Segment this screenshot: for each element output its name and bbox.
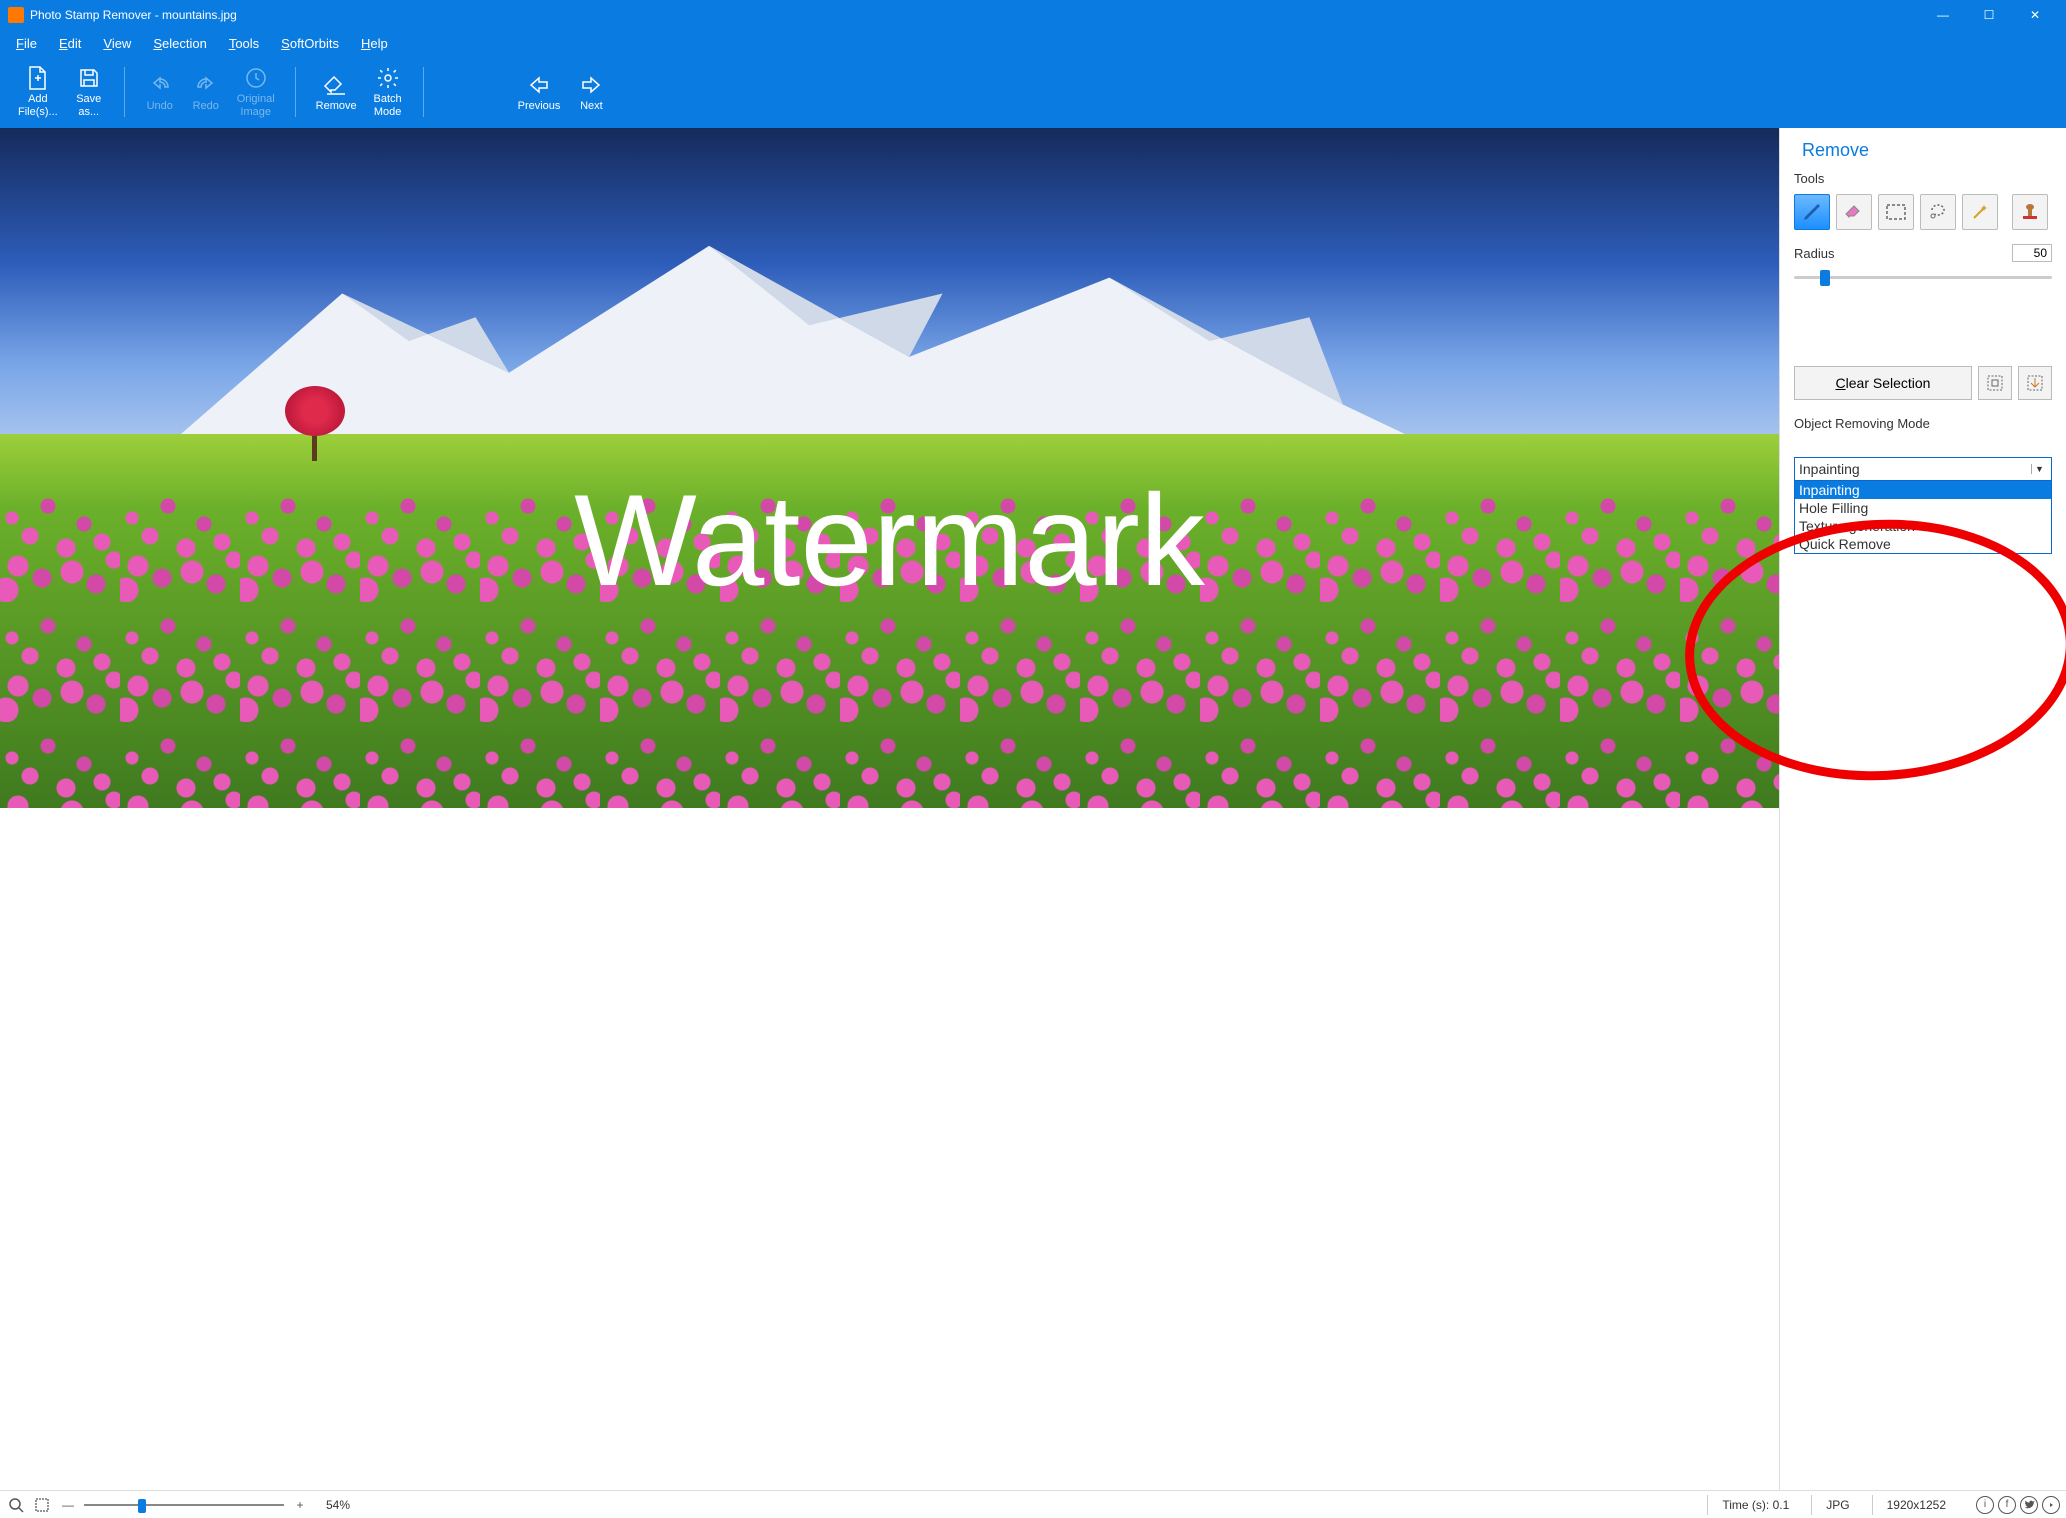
save-selection-button[interactable] [1978, 366, 2012, 400]
status-time: Time (s): 0.1 [1707, 1495, 1803, 1515]
menu-view[interactable]: View [93, 34, 141, 53]
object-removing-mode-select[interactable]: Inpainting ▼ [1794, 457, 2052, 481]
zoom-in-button[interactable]: + [290, 1495, 310, 1515]
batch-mode-button[interactable]: Batch Mode [367, 61, 409, 122]
fit-screen-button[interactable] [32, 1495, 52, 1515]
redo-button: Redo [185, 68, 227, 117]
right-panel: Remove Tools [1779, 128, 2066, 1490]
load-selection-button[interactable] [2018, 366, 2052, 400]
info-icon[interactable]: i [1976, 1496, 1994, 1514]
menu-edit[interactable]: Edit [49, 34, 91, 53]
minimize-button[interactable]: — [1920, 0, 1966, 30]
arrow-left-icon [526, 72, 552, 98]
fit-screen-icon [34, 1497, 50, 1513]
zoom-percent: 54% [326, 1498, 350, 1512]
radius-input[interactable] [2012, 244, 2052, 262]
radius-label: Radius [1794, 246, 1834, 261]
maximize-button[interactable]: ☐ [1966, 0, 2012, 30]
zoom-slider[interactable] [84, 1496, 284, 1514]
tools-label: Tools [1794, 171, 2052, 186]
option-inpainting[interactable]: Inpainting [1795, 481, 2051, 499]
titlebar: Photo Stamp Remover - mountains.jpg — ☐ … [0, 0, 2066, 30]
zoom-reset-button[interactable] [6, 1495, 26, 1515]
tool-magic-wand[interactable] [1962, 194, 1998, 230]
marker-icon [1801, 201, 1823, 223]
undo-icon [147, 72, 173, 98]
canvas-area[interactable]: Watermark [0, 128, 1779, 1490]
menu-help[interactable]: Help [351, 34, 398, 53]
close-button[interactable]: ✕ [2012, 0, 2058, 30]
undo-button: Undo [139, 68, 181, 117]
save-icon [76, 65, 102, 91]
load-selection-icon [2026, 374, 2044, 392]
radius-slider[interactable] [1794, 268, 2052, 286]
statusbar: — + 54% Time (s): 0.1 JPG 1920x1252 i f [0, 1490, 2066, 1518]
tool-lasso[interactable] [1920, 194, 1956, 230]
tool-stamp[interactable] [2012, 194, 2048, 230]
toolbar-separator [295, 67, 296, 117]
toolbar: Add File(s)... Save as... Undo R [0, 56, 2066, 128]
object-removing-mode-label: Object Removing Mode [1794, 416, 2052, 431]
history-icon [243, 65, 269, 91]
magic-wand-icon [1970, 202, 1990, 222]
status-dimensions: 1920x1252 [1872, 1495, 1960, 1515]
facebook-icon[interactable]: f [1998, 1496, 2016, 1514]
original-image-button: Original Image [231, 61, 281, 122]
toolbar-separator [423, 67, 424, 117]
remove-button[interactable]: Remove [310, 68, 363, 117]
option-hole-filling[interactable]: Hole Filling [1795, 499, 2051, 517]
redo-icon [193, 72, 219, 98]
option-texture-generation[interactable]: Texture generation [1795, 517, 2051, 535]
zoom-out-button[interactable]: — [58, 1495, 78, 1515]
option-quick-remove[interactable]: Quick Remove [1795, 535, 2051, 553]
save-as-button[interactable]: Save as... [68, 61, 110, 122]
menu-file[interactable]: File [6, 34, 47, 53]
gear-icon [375, 65, 401, 91]
select-value: Inpainting [1799, 461, 2031, 477]
tool-eraser[interactable] [1836, 194, 1872, 230]
clear-selection-button[interactable]: Clear Selection [1794, 366, 1972, 400]
chevron-down-icon: ▼ [2031, 464, 2047, 474]
panel-title: Remove [1794, 140, 2052, 161]
lasso-icon [1928, 202, 1948, 222]
toolbar-separator [124, 67, 125, 117]
menu-tools[interactable]: Tools [219, 34, 269, 53]
youtube-icon[interactable] [2042, 1496, 2060, 1514]
window-title: Photo Stamp Remover - mountains.jpg [30, 8, 1920, 22]
arrow-right-icon [578, 72, 604, 98]
stamp-icon [2020, 202, 2040, 222]
menu-selection[interactable]: Selection [143, 34, 216, 53]
object-removing-mode-dropdown: Inpainting Hole Filling Texture generati… [1794, 481, 2052, 554]
watermark-text: Watermark [574, 465, 1205, 615]
image-preview: Watermark [0, 128, 1779, 808]
tree-graphic [285, 386, 345, 456]
previous-button[interactable]: Previous [512, 68, 567, 117]
menubar: File Edit View Selection Tools SoftOrbit… [0, 30, 2066, 56]
magnifier-icon [8, 1497, 24, 1513]
eraser-icon [323, 72, 349, 98]
add-files-button[interactable]: Add File(s)... [12, 61, 64, 122]
next-button[interactable]: Next [570, 68, 612, 117]
tool-marker[interactable] [1794, 194, 1830, 230]
save-selection-icon [1986, 374, 2004, 392]
eraser-icon [1843, 201, 1865, 223]
add-file-icon [25, 65, 51, 91]
menu-softorbits[interactable]: SoftOrbits [271, 34, 349, 53]
status-format: JPG [1811, 1495, 1863, 1515]
tool-rectangle-select[interactable] [1878, 194, 1914, 230]
twitter-icon[interactable] [2020, 1496, 2038, 1514]
rectangle-select-icon [1886, 204, 1906, 220]
app-icon [8, 7, 24, 23]
